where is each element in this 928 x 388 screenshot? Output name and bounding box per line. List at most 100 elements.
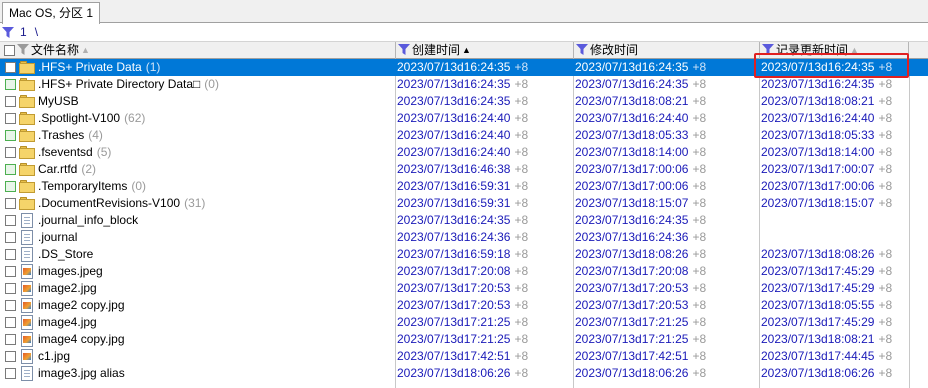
name-cell[interactable]: .journal	[0, 229, 395, 246]
table-row[interactable]: .TemporaryItems (0) 2023/07/13d16:59:31 +8 2…	[0, 178, 928, 195]
row-checkbox[interactable]	[5, 181, 16, 192]
breadcrumb[interactable]: 1 \	[20, 25, 38, 39]
row-checkbox[interactable]	[5, 317, 16, 328]
timezone-offset: +8	[878, 196, 893, 210]
table-row[interactable]: .journal_info_block 2023/07/13d16:24:35 +8…	[0, 212, 928, 229]
row-checkbox[interactable]	[5, 334, 16, 345]
table-row[interactable]: .DS_Store 2023/07/13d16:59:18 +8 2023/07/13…	[0, 246, 928, 263]
name-cell[interactable]: image2.jpg	[0, 280, 395, 297]
created-cell: 2023/07/13d16:24:40 +8	[396, 144, 573, 161]
name-cell[interactable]: .Spotlight-V100 (62)	[0, 110, 395, 127]
name-cell[interactable]: images.jpeg	[0, 263, 395, 280]
select-all-checkbox[interactable]	[4, 45, 15, 56]
item-count: (62)	[124, 111, 146, 125]
name-cell[interactable]: MyUSB	[0, 93, 395, 110]
row-checkbox[interactable]	[5, 130, 16, 141]
file-icon	[19, 213, 35, 228]
row-checkbox[interactable]	[5, 368, 16, 379]
name-cell[interactable]: image3.jpg alias	[0, 365, 395, 382]
name-cell[interactable]: .DocumentRevisions-V100 (31)	[0, 195, 395, 212]
row-checkbox[interactable]	[5, 164, 16, 175]
filter-icon[interactable]	[398, 44, 410, 56]
table-row[interactable]: .DocumentRevisions-V100 (31) 2023/07/13d16…	[0, 195, 928, 212]
table-row[interactable]: MyUSB 2023/07/13d16:24:35 +8 2023/07/13d18:…	[0, 93, 928, 110]
file-name-text: image2.jpg	[38, 281, 97, 295]
table-row[interactable]: images.jpeg 2023/07/13d17:20:08 +8 2023/07/…	[0, 263, 928, 280]
name-cell[interactable]: .HFS+ Private Data (1)	[0, 59, 395, 76]
name-cell[interactable]: Car.rtfd (2)	[0, 161, 395, 178]
name-cell[interactable]: .DS_Store	[0, 246, 395, 263]
file-name: images.jpeg	[38, 263, 103, 280]
filter-icon[interactable]	[2, 27, 14, 39]
column-header-created[interactable]: 创建时间 ▲	[396, 42, 574, 59]
row-checkbox[interactable]	[5, 283, 16, 294]
table-row[interactable]: image3.jpg alias 2023/07/13d18:06:26 +8 202…	[0, 365, 928, 382]
column-header-modified[interactable]: 修改时间	[574, 42, 760, 59]
modified-cell: 2023/07/13d18:06:26 +8	[574, 365, 759, 382]
table-row[interactable]: .fseventsd (5) 2023/07/13d16:24:40 +8 2023/0…	[0, 144, 928, 161]
record-cell: 2023/07/13d18:08:21 +8	[760, 331, 908, 348]
row-checkbox[interactable]	[5, 351, 16, 362]
filter-icon[interactable]	[762, 44, 774, 56]
row-checkbox[interactable]	[5, 79, 16, 90]
table-row[interactable]: .HFS+ Private Data (1) 2023/07/13d16:24:35…	[0, 59, 928, 76]
filter-icon[interactable]	[17, 44, 29, 56]
record-cell: 2023/07/13d18:15:07 +8	[760, 195, 908, 212]
row-checkbox[interactable]	[5, 232, 16, 243]
row-checkbox[interactable]	[5, 147, 16, 158]
table-row[interactable]: c1.jpg 2023/07/13d17:42:51 +8 2023/07/13d17…	[0, 348, 928, 365]
item-count: (4)	[88, 128, 103, 142]
name-cell[interactable]: .TemporaryItems (0)	[0, 178, 395, 195]
timestamp: 2023/07/13d17:42:51	[397, 349, 511, 363]
name-cell[interactable]: image4 copy.jpg	[0, 331, 395, 348]
name-cell[interactable]: .HFS+ Private Directory Data□ (0)	[0, 76, 395, 93]
name-cell[interactable]: .Trashes (4)	[0, 127, 395, 144]
timezone-offset: +8	[692, 298, 707, 312]
timezone-offset: +8	[514, 349, 529, 363]
timezone-offset: +8	[692, 366, 707, 380]
timestamp: 2023/07/13d16:24:35	[761, 77, 875, 91]
row-checkbox[interactable]	[5, 113, 16, 124]
timestamp: 2023/07/13d16:24:35	[575, 213, 689, 227]
name-cell[interactable]: image2 copy.jpg	[0, 297, 395, 314]
table-row[interactable]: .HFS+ Private Directory Data□ (0) 2023/07/…	[0, 76, 928, 93]
timestamp: 2023/07/13d18:08:21	[575, 94, 689, 108]
breadcrumb-segment[interactable]: 1	[20, 25, 27, 39]
record-cell: 2023/07/13d18:05:33 +8	[760, 127, 908, 144]
name-cell[interactable]: image4.jpg	[0, 314, 395, 331]
row-checkbox[interactable]	[5, 96, 16, 107]
file-name-text: MyUSB	[38, 94, 79, 108]
table-row[interactable]: .Trashes (4) 2023/07/13d16:24:40 +8 2023/07/…	[0, 127, 928, 144]
folder-icon	[19, 60, 35, 75]
file-name-text: .journal	[38, 230, 78, 244]
timestamp: 2023/07/13d17:20:53	[397, 281, 511, 295]
row-checkbox[interactable]	[5, 266, 16, 277]
table-row[interactable]: image2 copy.jpg 2023/07/13d17:20:53 +8 2023…	[0, 297, 928, 314]
name-cell[interactable]: .fseventsd (5)	[0, 144, 395, 161]
table-row[interactable]: .journal 2023/07/13d16:24:36 +8 2023/07/13d…	[0, 229, 928, 246]
timestamp: 2023/07/13d17:21:25	[575, 332, 689, 346]
table-row[interactable]: Car.rtfd (2) 2023/07/13d16:46:38 +8 2023/07/…	[0, 161, 928, 178]
name-cell[interactable]: c1.jpg	[0, 348, 395, 365]
table-row[interactable]: image4 copy.jpg 2023/07/13d17:21:25 +8 2023…	[0, 331, 928, 348]
column-header-record[interactable]: 记录更新时间 ▲	[760, 42, 909, 59]
tab-partition[interactable]: Mac OS, 分区 1	[2, 2, 101, 24]
modified-cell: 2023/07/13d17:21:25 +8	[574, 314, 759, 331]
row-checkbox[interactable]	[5, 215, 16, 226]
row-checkbox[interactable]	[5, 300, 16, 311]
column-header-name[interactable]: 文件名称 ▲	[0, 42, 396, 59]
timezone-offset: +8	[692, 349, 707, 363]
row-checkbox[interactable]	[5, 62, 16, 73]
timezone-offset: +8	[514, 366, 529, 380]
name-cell[interactable]: .journal_info_block	[0, 212, 395, 229]
row-checkbox[interactable]	[5, 198, 16, 209]
table-row[interactable]: image4.jpg 2023/07/13d17:21:25 +8 2023/07/1…	[0, 314, 928, 331]
table-row[interactable]: .Spotlight-V100 (62) 2023/07/13d16:24:40 +8…	[0, 110, 928, 127]
filter-icon[interactable]	[576, 44, 588, 56]
timestamp: 2023/07/13d17:20:08	[575, 264, 689, 278]
table-row[interactable]: image2.jpg 2023/07/13d17:20:53 +8 2023/07/1…	[0, 280, 928, 297]
timestamp: 2023/07/13d17:20:08	[397, 264, 511, 278]
file-name-text: image3.jpg alias	[38, 366, 125, 380]
row-checkbox[interactable]	[5, 249, 16, 260]
timezone-offset: +8	[878, 264, 893, 278]
